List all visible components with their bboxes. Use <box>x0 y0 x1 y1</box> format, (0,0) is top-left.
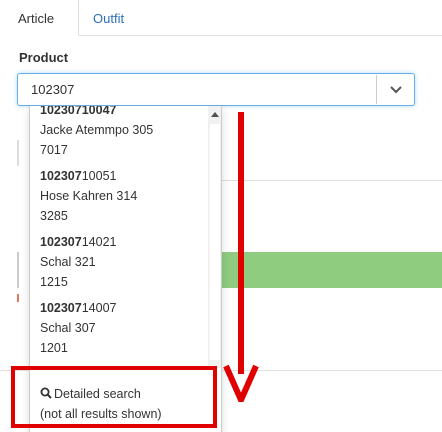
result-number: 3285 <box>40 209 68 223</box>
result-item[interactable]: 10230710047 Jacke Atemmpo 305 7017 <box>40 106 205 160</box>
result-name: Jacke Atemmpo 305 <box>40 123 154 137</box>
scroll-up-icon[interactable] <box>211 112 219 117</box>
result-item[interactable]: 10230714021 Schal 321 1215 <box>40 232 205 292</box>
tab-article[interactable]: Article <box>0 0 79 36</box>
result-code: 10230710051 <box>40 169 117 183</box>
results-scrollbar[interactable] <box>208 106 221 368</box>
result-number: 1201 <box>40 341 68 355</box>
result-item[interactable]: 10230714007 Schal 307 1201 <box>40 298 205 358</box>
product-select[interactable] <box>17 73 415 106</box>
background-row-marker <box>17 252 19 288</box>
scroll-thumb[interactable] <box>210 124 220 360</box>
annotation-arrow <box>223 112 259 402</box>
product-label: Product <box>19 50 69 65</box>
results-list: 10230710047 Jacke Atemmpo 305 7017 10230… <box>30 106 208 368</box>
chevron-down-icon[interactable] <box>388 81 404 97</box>
result-number: 1215 <box>40 275 68 289</box>
annotation-highlight-box <box>11 366 217 428</box>
result-item[interactable]: 10230710051 Hose Kahren 314 3285 <box>40 166 205 226</box>
result-code: 10230714007 <box>40 301 117 315</box>
product-search-input[interactable] <box>19 75 376 104</box>
result-code: 10230710047 <box>40 106 117 117</box>
background-row-marker <box>17 140 19 166</box>
select-divider <box>376 75 377 104</box>
result-name: Hose Kahren 314 <box>40 189 138 203</box>
tab-bar: Article Outfit <box>0 0 442 36</box>
result-code: 10230714021 <box>40 235 117 249</box>
result-name: Schal 321 <box>40 255 96 269</box>
background-row-marker <box>17 294 19 302</box>
tab-outfit[interactable]: Outfit <box>93 0 124 36</box>
result-name: Schal 307 <box>40 321 96 335</box>
result-number: 7017 <box>40 143 68 157</box>
